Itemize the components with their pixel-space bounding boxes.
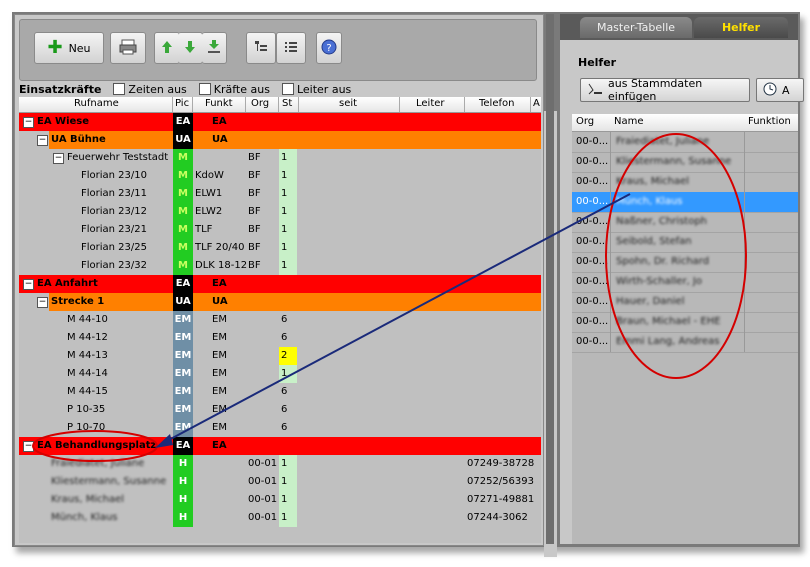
annotation-ellipse-left [32, 430, 158, 462]
drag-arrow-head [155, 434, 173, 448]
annotation-overlay [32, 133, 747, 462]
drag-arrow-line [164, 193, 631, 443]
annotation-ellipse-right [605, 133, 747, 379]
